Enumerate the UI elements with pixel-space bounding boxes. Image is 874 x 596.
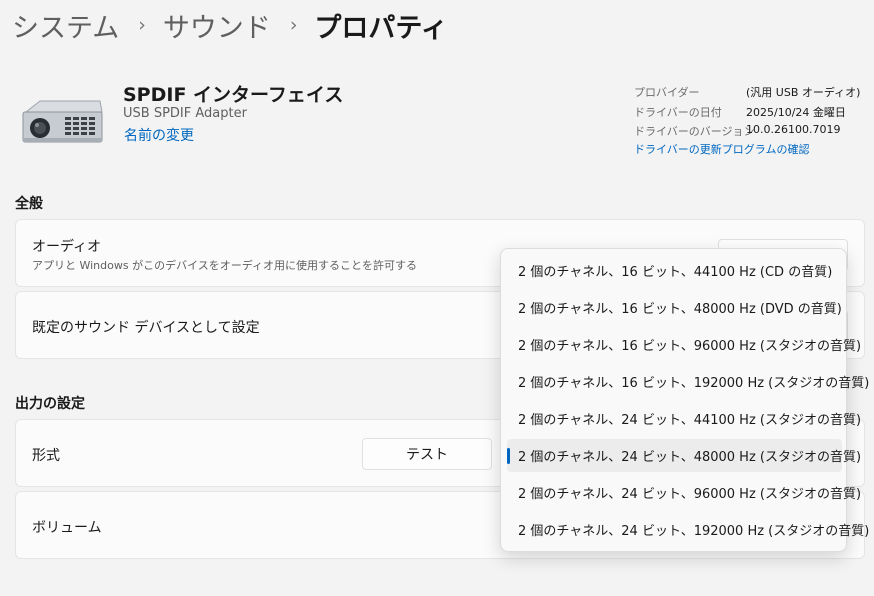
format-option[interactable]: 2 個のチャネル、24 ビット、96000 Hz (スタジオの音質): [507, 476, 861, 509]
rename-link[interactable]: 名前の変更: [124, 125, 194, 145]
driver-date-value: 2025/10/24 金曜日: [746, 106, 846, 119]
audio-title: オーディオ: [32, 239, 102, 255]
breadcrumb-sound[interactable]: サウンド: [163, 6, 271, 45]
format-dropdown[interactable]: 2 個のチャネル、16 ビット、44100 Hz (CD の音質) 2 個のチャ…: [500, 248, 869, 552]
default-device-title: 既定のサウンド デバイスとして設定: [32, 320, 260, 336]
format-option[interactable]: 2 個のチャネル、24 ビット、44100 Hz (スタジオの音質): [507, 402, 861, 435]
audio-description: アプリと Windows がこのデバイスをオーディオ用に使用することを許可する: [32, 259, 417, 272]
format-option[interactable]: 2 個のチャネル、16 ビット、192000 Hz (スタジオの音質): [507, 365, 869, 398]
device-subtitle: USB SPDIF Adapter: [123, 106, 247, 121]
format-option[interactable]: 2 個のチャネル、16 ビット、96000 Hz (スタジオの音質): [507, 328, 861, 361]
driver-date-label: ドライバーの日付: [634, 106, 722, 119]
format-option[interactable]: 2 個のチャネル、16 ビット、44100 Hz (CD の音質): [507, 254, 842, 287]
breadcrumb: システム › サウンド › プロパティ: [12, 6, 448, 45]
breadcrumb-separator-icon: ›: [138, 13, 146, 36]
format-option[interactable]: 2 個のチャネル、16 ビット、48000 Hz (DVD の音質): [507, 291, 842, 324]
volume-title: ボリューム: [32, 520, 102, 536]
test-button[interactable]: テスト: [362, 438, 492, 470]
driver-update-link[interactable]: ドライバーの更新プログラムの確認: [634, 141, 809, 157]
speaker-device-icon: [20, 98, 104, 146]
format-option[interactable]: 2 個のチャネル、24 ビット、192000 Hz (スタジオの音質): [507, 513, 869, 546]
output-section-title: 出力の設定: [15, 396, 85, 412]
format-option-selected[interactable]: 2 個のチャネル、24 ビット、48000 Hz (スタジオの音質): [507, 439, 861, 472]
driver-version-value: 10.0.26100.7019: [746, 123, 841, 136]
general-section-title: 全般: [15, 196, 43, 212]
driver-provider-label: プロバイダー: [634, 86, 700, 99]
driver-provider-value: (汎用 USB オーディオ): [746, 86, 861, 99]
device-name: SPDIF インターフェイス: [123, 84, 344, 106]
driver-version-label: ドライバーのバージョン: [634, 125, 755, 138]
breadcrumb-system[interactable]: システム: [12, 6, 119, 45]
breadcrumb-separator-icon: ›: [289, 13, 298, 36]
page-title: プロパティ: [314, 13, 448, 44]
format-title: 形式: [32, 448, 60, 464]
